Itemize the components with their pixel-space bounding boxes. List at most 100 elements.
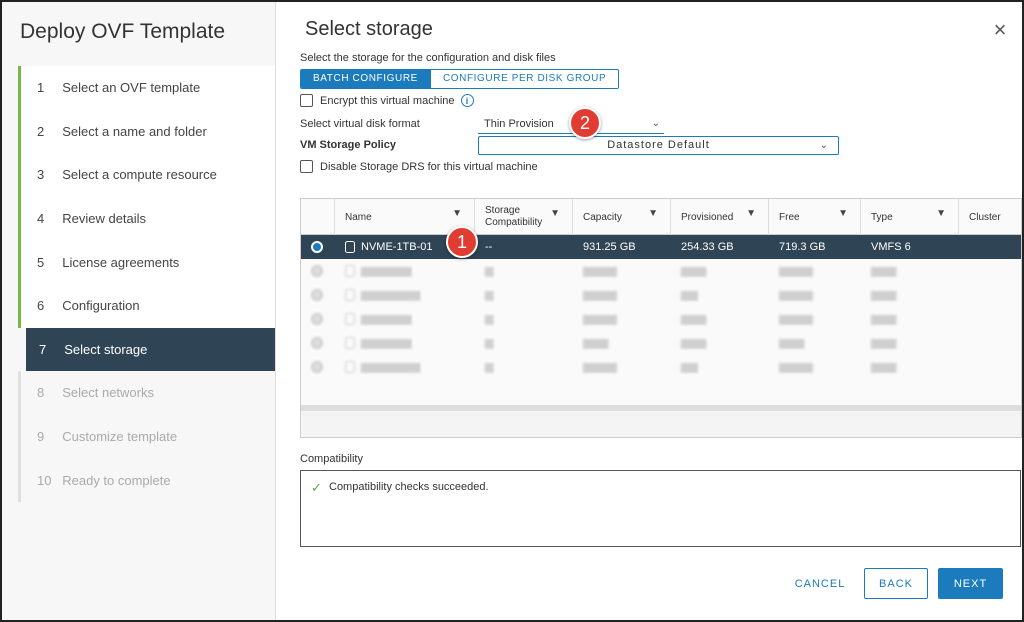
storage-subtitle: Select the storage for the configuration… <box>300 52 556 64</box>
step-configuration[interactable]: 6 Configuration <box>18 283 275 328</box>
callout-badge-2: 2 <box>569 107 601 139</box>
batch-configure-button[interactable]: BATCH CONFIGURE <box>301 70 430 88</box>
cell-capacity: ▆▆▆▆ <box>583 313 617 326</box>
datastore-grid: Name ▼ Storage Compatibility ▼ Capacity ▼ Pr… <box>300 198 1022 438</box>
step-review-details[interactable]: 4 Review details <box>18 196 275 241</box>
filter-icon[interactable]: ▼ <box>838 208 848 219</box>
step-select-name-folder[interactable]: 2 Select a name and folder <box>18 109 275 154</box>
close-icon[interactable]: × <box>990 19 1010 41</box>
cell-free: ▆▆▆ <box>779 337 805 350</box>
row-radio-cell <box>301 331 335 355</box>
step-number: 5 <box>37 254 45 270</box>
header-select <box>301 199 335 235</box>
wizard-title: Deploy OVF Template <box>20 20 226 43</box>
cell-capacity: ▆▆▆▆ <box>583 361 617 374</box>
step-license-agreements[interactable]: 5 License agreements <box>18 240 275 284</box>
step-number: 1 <box>37 80 45 96</box>
cell-name: ▆▆▆▆▆▆ <box>335 331 475 355</box>
filter-icon[interactable]: ▼ <box>452 208 462 219</box>
step-number: 7 <box>39 341 47 357</box>
header-label: Cluster <box>969 211 1001 223</box>
cell-name: ▆▆▆▆▆▆▆ <box>335 355 475 379</box>
step-number: 10 <box>37 472 52 488</box>
step-select-ovf-template[interactable]: 1 Select an OVF template <box>18 66 275 110</box>
table-row[interactable]: ▆▆▆▆▆▆▆▆▆▆▆▆▆▆▆▆▆▆▆▆▆ <box>301 355 1021 379</box>
header-label: Capacity <box>583 211 622 223</box>
cell-capacity: ▆▆▆▆ <box>583 265 617 278</box>
encrypt-row: Encrypt this virtual machine i <box>300 94 474 107</box>
cell-name: ▆▆▆▆▆▆▆ <box>335 283 475 307</box>
header-capacity[interactable]: Capacity ▼ <box>573 199 671 235</box>
step-number: 6 <box>37 298 45 314</box>
datastore-icon <box>345 288 355 301</box>
step-select-networks: 8 Select networks <box>18 371 275 415</box>
filter-icon[interactable]: ▼ <box>936 208 946 219</box>
row-radio[interactable] <box>311 360 323 373</box>
step-ready-to-complete: 10 Ready to complete <box>18 458 275 502</box>
step-customize-template: 9 Customize template <box>18 414 275 459</box>
table-row[interactable]: ▆▆▆▆▆▆ ▆ ▆▆▆ ▆▆▆ ▆▆▆ ▆▆▆ <box>301 331 1021 355</box>
cell-type: ▆▆▆ <box>871 361 897 374</box>
info-icon[interactable]: i <box>460 94 474 107</box>
step-label: Ready to complete <box>62 472 171 488</box>
row-radio[interactable] <box>311 264 323 277</box>
header-storage-compatibility[interactable]: Storage Compatibility ▼ <box>475 199 573 235</box>
cancel-button[interactable]: CANCEL <box>786 568 854 599</box>
cell-compat: ▆ <box>485 361 494 374</box>
page-title: Select storage <box>305 18 433 40</box>
header-label: Free <box>779 211 800 223</box>
filter-icon[interactable]: ▼ <box>550 208 560 220</box>
configure-per-disk-group-button[interactable]: CONFIGURE PER DISK GROUP <box>429 70 619 88</box>
table-row[interactable]: NVME-1TB-01 -- 931.25 GB 254.33 GB 719.3… <box>301 235 1021 259</box>
cell-type: ▆▆▆ <box>871 265 897 278</box>
cell-capacity: 931.25 GB <box>583 240 636 253</box>
filter-icon[interactable]: ▼ <box>648 208 658 219</box>
cell-compat: ▆ <box>485 337 494 350</box>
check-icon: ✓ <box>311 480 322 495</box>
filter-icon[interactable]: ▼ <box>746 208 756 219</box>
step-select-storage[interactable]: 7 Select storage <box>26 327 275 372</box>
cell-compat: ▆ <box>485 265 494 278</box>
horizontal-scrollbar[interactable] <box>301 405 1021 411</box>
cell-capacity: ▆▆▆ <box>583 337 609 350</box>
header-free[interactable]: Free ▼ <box>769 199 861 235</box>
table-row[interactable]: ▆▆▆▆▆▆▆▆▆▆▆▆▆▆▆▆▆▆▆▆▆ <box>301 307 1021 331</box>
cell-free: ▆▆▆▆ <box>779 361 813 374</box>
row-radio[interactable] <box>311 288 323 301</box>
cell-provisioned: ▆▆ <box>681 289 698 302</box>
storage-policy-label: VM Storage Policy <box>300 139 396 151</box>
encrypt-checkbox[interactable] <box>300 94 313 107</box>
storage-policy-select[interactable]: Datastore Default ⌄ <box>478 136 839 155</box>
header-cluster[interactable]: Cluster <box>959 199 1021 235</box>
header-label: Provisioned <box>681 211 734 223</box>
table-row[interactable]: ▆▆▆▆▆▆▆▆▆▆▆▆▆▆▆▆▆▆▆▆▆ <box>301 283 1021 307</box>
header-type[interactable]: Type ▼ <box>861 199 959 235</box>
header-provisioned[interactable]: Provisioned ▼ <box>671 199 769 235</box>
back-button[interactable]: BACK <box>864 568 928 599</box>
cell-compat: ▆ <box>485 313 494 326</box>
cell-name: ▆▆▆▆▆▆ <box>335 259 475 283</box>
datastore-icon <box>345 312 355 325</box>
step-select-compute-resource[interactable]: 3 Select a compute resource <box>18 153 275 197</box>
disable-drs-checkbox[interactable] <box>300 160 313 173</box>
header-label: Compatibility <box>485 217 543 228</box>
step-label: Select storage <box>64 341 148 357</box>
grid-footer <box>301 413 1021 437</box>
storage-policy-value: Datastore Default <box>607 139 710 151</box>
cell-type: ▆▆▆ <box>871 289 897 302</box>
row-radio[interactable] <box>311 312 323 325</box>
cell-cluster <box>959 235 1021 259</box>
step-number: 3 <box>37 167 45 183</box>
step-label: Select an OVF template <box>62 80 201 96</box>
step-label: Review details <box>62 211 147 227</box>
table-row[interactable]: ▆▆▆▆▆▆▆▆▆▆▆▆▆▆▆▆▆▆▆▆▆ <box>301 259 1021 283</box>
encrypt-label: Encrypt this virtual machine <box>320 94 455 107</box>
row-radio[interactable] <box>311 336 323 349</box>
cell-free: ▆▆▆▆ <box>779 313 813 326</box>
row-radio[interactable] <box>311 240 323 253</box>
cell-compat: ▆ <box>485 289 494 302</box>
next-button[interactable]: NEXT <box>938 568 1003 599</box>
header-label: Name <box>345 211 372 223</box>
datastore-icon <box>345 336 355 349</box>
cell-provisioned: ▆▆ <box>681 361 698 374</box>
